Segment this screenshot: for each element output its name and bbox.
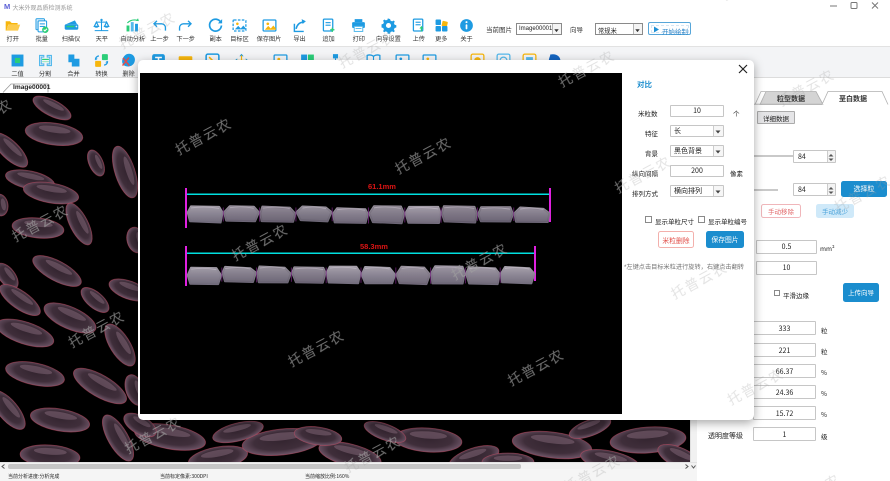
svg-text:61.1mm: 61.1mm — [368, 182, 396, 191]
svg-text:58.3mm: 58.3mm — [360, 242, 388, 251]
